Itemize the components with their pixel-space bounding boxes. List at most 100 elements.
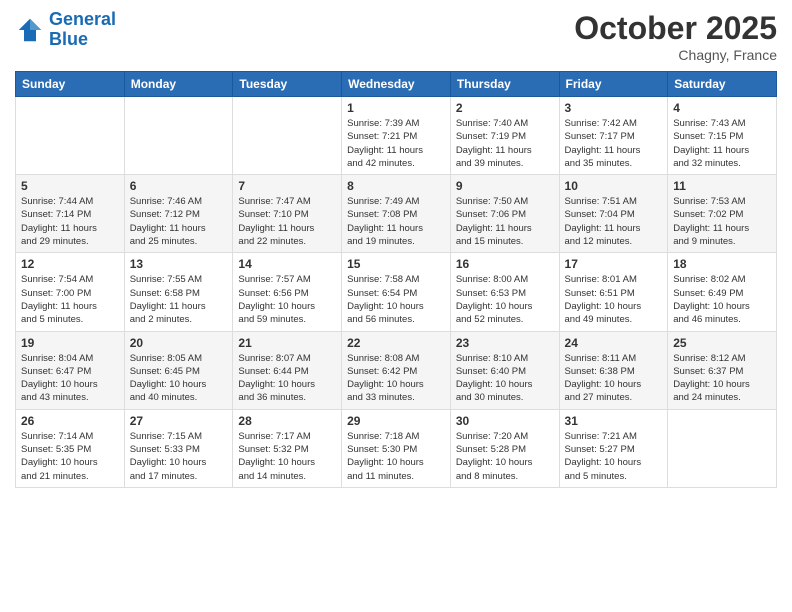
calendar-cell: 21 Sunrise: 8:07 AM Sunset: 6:44 PM Dayli… <box>233 331 342 409</box>
calendar-week-row: 19 Sunrise: 8:04 AM Sunset: 6:47 PM Dayli… <box>16 331 777 409</box>
day-number: 11 <box>673 179 771 193</box>
day-number: 26 <box>21 414 119 428</box>
day-info: Sunrise: 7:49 AM Sunset: 7:08 PM Dayligh… <box>347 195 445 248</box>
day-number: 29 <box>347 414 445 428</box>
calendar-cell <box>16 97 125 175</box>
day-info: Sunrise: 8:04 AM Sunset: 6:47 PM Dayligh… <box>21 352 119 405</box>
weekday-header: Friday <box>559 72 668 97</box>
day-info: Sunrise: 7:57 AM Sunset: 6:56 PM Dayligh… <box>238 273 336 326</box>
weekday-header: Monday <box>124 72 233 97</box>
day-number: 19 <box>21 336 119 350</box>
day-number: 4 <box>673 101 771 115</box>
calendar-cell: 31 Sunrise: 7:21 AM Sunset: 5:27 PM Dayli… <box>559 409 668 487</box>
day-info: Sunrise: 7:47 AM Sunset: 7:10 PM Dayligh… <box>238 195 336 248</box>
day-info: Sunrise: 7:20 AM Sunset: 5:28 PM Dayligh… <box>456 430 554 483</box>
day-info: Sunrise: 8:00 AM Sunset: 6:53 PM Dayligh… <box>456 273 554 326</box>
day-number: 12 <box>21 257 119 271</box>
day-info: Sunrise: 7:17 AM Sunset: 5:32 PM Dayligh… <box>238 430 336 483</box>
title-block: October 2025 Chagny, France <box>574 10 777 63</box>
calendar-cell: 11Sunrise: 7:53 AM Sunset: 7:02 PM Dayli… <box>668 175 777 253</box>
weekday-header: Thursday <box>450 72 559 97</box>
day-info: Sunrise: 7:50 AM Sunset: 7:06 PM Dayligh… <box>456 195 554 248</box>
calendar-cell: 25 Sunrise: 8:12 AM Sunset: 6:37 PM Dayli… <box>668 331 777 409</box>
day-number: 9 <box>456 179 554 193</box>
day-number: 30 <box>456 414 554 428</box>
day-number: 21 <box>238 336 336 350</box>
calendar-cell: 16 Sunrise: 8:00 AM Sunset: 6:53 PM Dayli… <box>450 253 559 331</box>
day-number: 7 <box>238 179 336 193</box>
calendar-cell: 15Sunrise: 7:58 AM Sunset: 6:54 PM Dayli… <box>342 253 451 331</box>
calendar-week-row: 26 Sunrise: 7:14 AM Sunset: 5:35 PM Dayli… <box>16 409 777 487</box>
day-number: 5 <box>21 179 119 193</box>
calendar-cell: 5 Sunrise: 7:44 AM Sunset: 7:14 PM Daylig… <box>16 175 125 253</box>
day-number: 18 <box>673 257 771 271</box>
calendar-cell: 13Sunrise: 7:55 AM Sunset: 6:58 PM Dayli… <box>124 253 233 331</box>
weekday-header: Sunday <box>16 72 125 97</box>
day-number: 10 <box>565 179 663 193</box>
calendar-cell: 22Sunrise: 8:08 AM Sunset: 6:42 PM Dayli… <box>342 331 451 409</box>
day-number: 16 <box>456 257 554 271</box>
logo: General Blue <box>15 10 116 50</box>
calendar-cell: 19 Sunrise: 8:04 AM Sunset: 6:47 PM Dayli… <box>16 331 125 409</box>
calendar-cell: 30 Sunrise: 7:20 AM Sunset: 5:28 PM Dayli… <box>450 409 559 487</box>
day-info: Sunrise: 8:07 AM Sunset: 6:44 PM Dayligh… <box>238 352 336 405</box>
day-number: 8 <box>347 179 445 193</box>
day-number: 14 <box>238 257 336 271</box>
day-info: Sunrise: 8:05 AM Sunset: 6:45 PM Dayligh… <box>130 352 228 405</box>
calendar: SundayMondayTuesdayWednesdayThursdayFrid… <box>15 71 777 488</box>
calendar-cell: 20 Sunrise: 8:05 AM Sunset: 6:45 PM Dayli… <box>124 331 233 409</box>
calendar-cell: 6 Sunrise: 7:46 AM Sunset: 7:12 PM Daylig… <box>124 175 233 253</box>
day-number: 6 <box>130 179 228 193</box>
day-number: 31 <box>565 414 663 428</box>
day-number: 25 <box>673 336 771 350</box>
day-number: 3 <box>565 101 663 115</box>
calendar-cell: 3Sunrise: 7:42 AM Sunset: 7:17 PM Daylig… <box>559 97 668 175</box>
calendar-cell: 29 Sunrise: 7:18 AM Sunset: 5:30 PM Dayli… <box>342 409 451 487</box>
calendar-cell: 14 Sunrise: 7:57 AM Sunset: 6:56 PM Dayli… <box>233 253 342 331</box>
day-info: Sunrise: 7:55 AM Sunset: 6:58 PM Dayligh… <box>130 273 228 326</box>
calendar-cell: 8 Sunrise: 7:49 AM Sunset: 7:08 PM Daylig… <box>342 175 451 253</box>
day-info: Sunrise: 7:44 AM Sunset: 7:14 PM Dayligh… <box>21 195 119 248</box>
day-number: 24 <box>565 336 663 350</box>
calendar-cell: 9 Sunrise: 7:50 AM Sunset: 7:06 PM Daylig… <box>450 175 559 253</box>
calendar-cell: 26 Sunrise: 7:14 AM Sunset: 5:35 PM Dayli… <box>16 409 125 487</box>
day-number: 28 <box>238 414 336 428</box>
day-number: 20 <box>130 336 228 350</box>
calendar-cell <box>233 97 342 175</box>
day-info: Sunrise: 7:43 AM Sunset: 7:15 PM Dayligh… <box>673 117 771 170</box>
day-info: Sunrise: 7:46 AM Sunset: 7:12 PM Dayligh… <box>130 195 228 248</box>
day-info: Sunrise: 8:12 AM Sunset: 6:37 PM Dayligh… <box>673 352 771 405</box>
day-info: Sunrise: 8:11 AM Sunset: 6:38 PM Dayligh… <box>565 352 663 405</box>
logo-text: General Blue <box>49 10 116 50</box>
day-number: 2 <box>456 101 554 115</box>
day-number: 17 <box>565 257 663 271</box>
day-number: 22 <box>347 336 445 350</box>
weekday-header: Saturday <box>668 72 777 97</box>
day-number: 23 <box>456 336 554 350</box>
calendar-cell: 4 Sunrise: 7:43 AM Sunset: 7:15 PM Daylig… <box>668 97 777 175</box>
logo-icon <box>15 15 45 45</box>
calendar-week-row: 5 Sunrise: 7:44 AM Sunset: 7:14 PM Daylig… <box>16 175 777 253</box>
day-info: Sunrise: 7:14 AM Sunset: 5:35 PM Dayligh… <box>21 430 119 483</box>
calendar-week-row: 1Sunrise: 7:39 AM Sunset: 7:21 PM Daylig… <box>16 97 777 175</box>
day-number: 15 <box>347 257 445 271</box>
day-info: Sunrise: 7:40 AM Sunset: 7:19 PM Dayligh… <box>456 117 554 170</box>
page-header: General Blue October 2025 Chagny, France <box>15 10 777 63</box>
calendar-cell: 23 Sunrise: 8:10 AM Sunset: 6:40 PM Dayli… <box>450 331 559 409</box>
calendar-cell: 17Sunrise: 8:01 AM Sunset: 6:51 PM Dayli… <box>559 253 668 331</box>
day-info: Sunrise: 7:18 AM Sunset: 5:30 PM Dayligh… <box>347 430 445 483</box>
calendar-cell: 27Sunrise: 7:15 AM Sunset: 5:33 PM Dayli… <box>124 409 233 487</box>
day-info: Sunrise: 7:15 AM Sunset: 5:33 PM Dayligh… <box>130 430 228 483</box>
day-info: Sunrise: 7:21 AM Sunset: 5:27 PM Dayligh… <box>565 430 663 483</box>
day-info: Sunrise: 7:51 AM Sunset: 7:04 PM Dayligh… <box>565 195 663 248</box>
day-info: Sunrise: 7:54 AM Sunset: 7:00 PM Dayligh… <box>21 273 119 326</box>
day-info: Sunrise: 8:10 AM Sunset: 6:40 PM Dayligh… <box>456 352 554 405</box>
day-number: 1 <box>347 101 445 115</box>
calendar-cell: 18Sunrise: 8:02 AM Sunset: 6:49 PM Dayli… <box>668 253 777 331</box>
month-title: October 2025 <box>574 10 777 47</box>
calendar-cell: 10 Sunrise: 7:51 AM Sunset: 7:04 PM Dayli… <box>559 175 668 253</box>
calendar-cell: 7 Sunrise: 7:47 AM Sunset: 7:10 PM Daylig… <box>233 175 342 253</box>
calendar-cell <box>668 409 777 487</box>
calendar-cell: 1Sunrise: 7:39 AM Sunset: 7:21 PM Daylig… <box>342 97 451 175</box>
calendar-cell: 2 Sunrise: 7:40 AM Sunset: 7:19 PM Daylig… <box>450 97 559 175</box>
